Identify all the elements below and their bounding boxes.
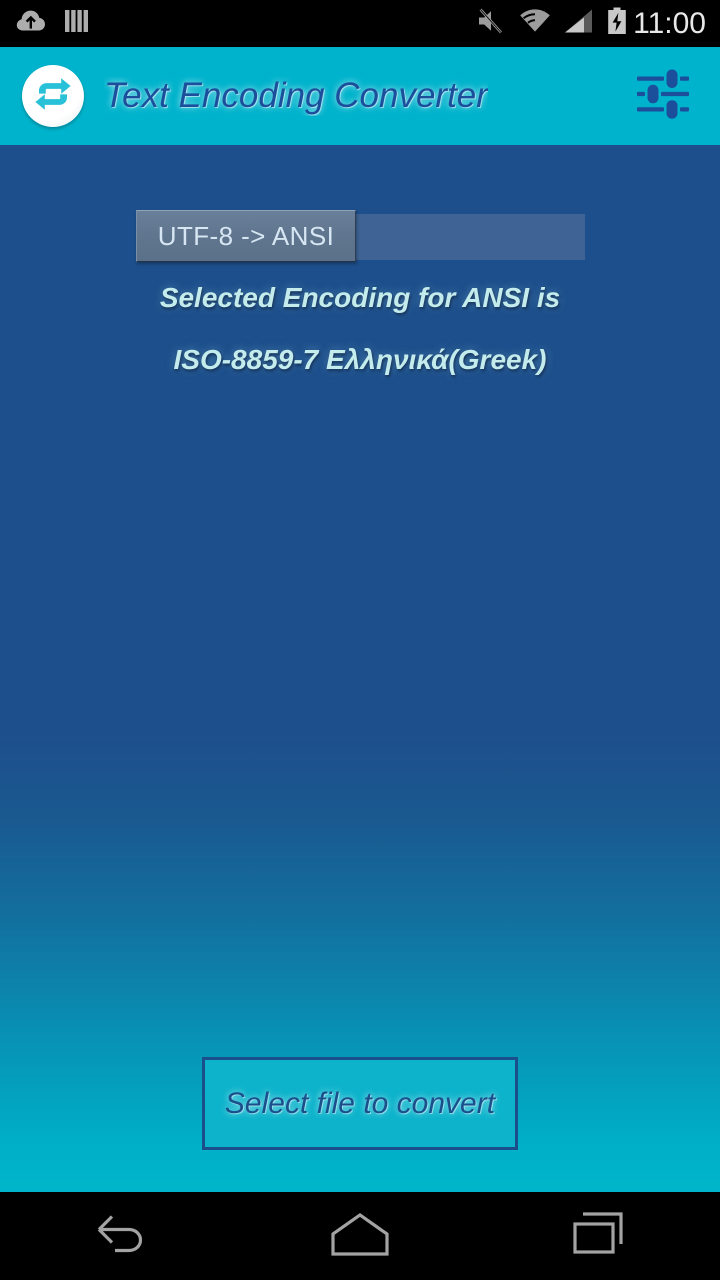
- app-logo: [22, 65, 84, 127]
- volume-muted-icon: [476, 7, 506, 40]
- selected-encoding-caption: Selected Encoding for ANSI is: [159, 282, 561, 313]
- status-bar-system-icons: [476, 7, 627, 40]
- swap-arrows-icon: [32, 75, 74, 118]
- select-file-button[interactable]: Select file to convert: [202, 1057, 518, 1150]
- encoding-direction-selector[interactable]: UTF-8 -> ANSI: [136, 210, 585, 262]
- status-bar-notification-icons: [16, 8, 90, 39]
- navigation-bar: [0, 1192, 720, 1280]
- app-bar: Text Encoding Converter: [0, 47, 720, 145]
- status-bar: 11:00: [0, 0, 720, 47]
- settings-button[interactable]: [628, 61, 698, 131]
- status-bar-clock: 11:00: [633, 6, 706, 40]
- recents-button[interactable]: [480, 1192, 720, 1280]
- sliders-settings-icon: [632, 63, 694, 130]
- back-button[interactable]: [0, 1192, 240, 1280]
- encoding-direction-label: UTF-8 -> ANSI: [157, 220, 335, 251]
- main-content: UTF-8 -> ANSI Selected Encoding for ANSI…: [0, 145, 720, 1192]
- selected-encoding-value: ISO-8859-7 Ελληνικά(Greek): [173, 344, 547, 375]
- home-button[interactable]: [240, 1192, 480, 1280]
- encoding-direction-selected-chip[interactable]: UTF-8 -> ANSI: [136, 210, 356, 262]
- recents-icon: [569, 1208, 631, 1265]
- app-title: Text Encoding Converter: [104, 76, 488, 115]
- battery-charging-icon: [607, 7, 627, 40]
- android-screen: 11:00 Text Encoding Converter UTF-8 -> A…: [0, 0, 720, 1280]
- cellular-signal-icon: [564, 8, 594, 39]
- select-file-button-label: Select file to convert: [224, 1086, 496, 1120]
- wifi-icon: [519, 8, 551, 39]
- back-arrow-icon: [89, 1208, 151, 1265]
- home-icon: [325, 1208, 395, 1265]
- barcode-icon: [64, 8, 90, 39]
- cloud-upload-icon: [16, 9, 46, 38]
